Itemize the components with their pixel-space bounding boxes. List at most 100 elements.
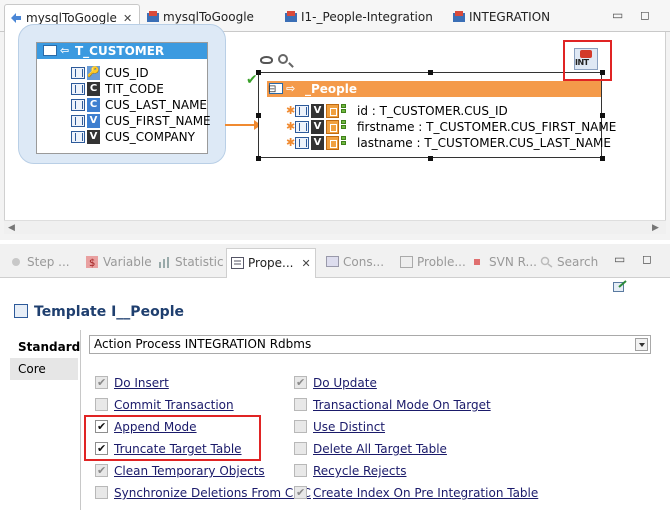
view-tab-label: Statistic: [175, 255, 224, 269]
target-datastore[interactable]: ⇨ _People ✱ V id : T_CUSTOMER.CUS_ID ✱ V…: [256, 70, 616, 161]
staging-icon: [326, 120, 339, 134]
magnifier-icon[interactable]: [278, 54, 288, 64]
source-column-name: TIT_CODE: [105, 82, 164, 96]
view-tab-console[interactable]: Cons...: [326, 252, 384, 272]
table-icon: [43, 45, 57, 56]
pin-icon[interactable]: [613, 280, 627, 292]
type-varchar-icon: V: [87, 114, 100, 128]
view-tab-label: Variable: [103, 255, 152, 269]
checkbox[interactable]: [95, 462, 108, 480]
eye-icon[interactable]: [260, 56, 273, 64]
checkbox[interactable]: [95, 486, 108, 499]
type-varchar-icon: V: [311, 136, 324, 150]
editor-tab-people-integration[interactable]: I1-_People-Integration: [284, 4, 433, 30]
resize-handle[interactable]: [256, 156, 261, 161]
resize-handle[interactable]: [428, 70, 433, 75]
checkbox[interactable]: [294, 420, 307, 433]
process-select-value: Action Process INTEGRATION Rdbms: [94, 337, 312, 351]
collapse-icon[interactable]: ⊟: [268, 84, 276, 95]
target-mapping-expression: id : T_CUSTOMER.CUS_ID: [357, 104, 508, 118]
view-tab-step[interactable]: Step ...: [10, 252, 70, 272]
scroll-right-icon[interactable]: ▶: [652, 221, 659, 235]
source-column-row[interactable]: V CUS_FIRST_NAME: [37, 113, 211, 129]
target-datastore-header[interactable]: ⇨ _People: [267, 81, 601, 97]
scroll-left-icon[interactable]: ◀: [8, 221, 15, 235]
view-tab-search[interactable]: Search: [540, 252, 598, 272]
column-icon: [71, 83, 85, 95]
side-tab-standard[interactable]: Standard: [10, 336, 80, 358]
source-column-row[interactable]: C CUS_LAST_NAME: [37, 97, 207, 113]
view-tab-svn[interactable]: SVN R...: [472, 252, 537, 272]
editor-tab-label: INTEGRATION: [469, 10, 551, 24]
column-icon: [71, 67, 85, 79]
horizontal-scrollbar[interactable]: ◀ ▶: [4, 220, 666, 234]
source-column-name: CUS_COMPANY: [105, 130, 195, 144]
resize-handle[interactable]: [428, 156, 433, 161]
flags-icon: [341, 104, 346, 118]
properties-icon: [231, 251, 244, 269]
source-datastore-title: T_CUSTOMER: [75, 44, 165, 58]
close-icon[interactable]: ✕: [301, 257, 310, 270]
type-varchar-icon: V: [311, 120, 324, 134]
option-label: Commit Transaction: [114, 398, 234, 412]
source-column-row[interactable]: V CUS_COMPANY: [37, 129, 207, 145]
template-icon: [14, 304, 28, 318]
target-datastore-title: _People: [305, 82, 358, 96]
checkbox[interactable]: [294, 464, 307, 477]
highlight-box: [84, 415, 261, 461]
checkbox[interactable]: [294, 484, 307, 502]
properties-title: Template I__People: [14, 304, 184, 320]
view-tab-bar: Step ... $ Variable Statistic Prope... ✕ C…: [0, 244, 670, 278]
source-column-row[interactable]: 🔑 CUS_ID: [37, 65, 207, 81]
staging-icon: [326, 136, 339, 150]
checkbox[interactable]: [294, 442, 307, 455]
staging-icon: [326, 104, 339, 118]
chevron-down-icon[interactable]: [635, 338, 648, 351]
editor-tab-integration[interactable]: INTEGRATION: [452, 4, 550, 30]
checkbox[interactable]: [95, 398, 108, 411]
process-icon: [284, 7, 298, 22]
view-tab-problems[interactable]: Proble...: [400, 252, 466, 272]
column-icon: [71, 131, 85, 143]
mandatory-star-icon: ✱: [286, 104, 296, 117]
target-mapping-row[interactable]: ✱ V lastname : T_CUSTOMER.CUS_LAST_NAME: [259, 135, 611, 151]
checkbox[interactable]: [294, 374, 307, 392]
resize-handle[interactable]: [600, 156, 605, 161]
editor-tab-label: mysqlToGoogle: [163, 10, 254, 24]
minimize-icon[interactable]: ▭: [612, 8, 623, 22]
editor-tab-label: I1-_People-Integration: [301, 10, 433, 24]
highlight-box: [563, 40, 612, 81]
svg-text:$: $: [89, 258, 95, 268]
option-label: Synchronize Deletions From CDC: [114, 486, 311, 500]
target-mapping-row[interactable]: ✱ V firstname : T_CUSTOMER.CUS_FIRST_NAM…: [259, 119, 616, 135]
problems-icon: [400, 254, 413, 268]
step-icon: [10, 254, 23, 266]
process-icon: [452, 7, 466, 22]
target-mapping-list: ✱ V id : T_CUSTOMER.CUS_ID ✱ V firstname…: [259, 103, 616, 151]
checkbox[interactable]: [294, 398, 307, 411]
view-tab-label: SVN R...: [489, 255, 537, 269]
column-icon: [295, 105, 309, 117]
target-mapping-row[interactable]: ✱ V id : T_CUSTOMER.CUS_ID: [259, 103, 603, 119]
option-label: Transactional Mode On Target: [313, 398, 491, 412]
checkbox[interactable]: [95, 374, 108, 392]
view-tab-statistic[interactable]: Statistic: [158, 252, 224, 272]
view-tab-properties[interactable]: Prope... ✕: [226, 248, 316, 278]
column-icon: [71, 99, 85, 111]
resize-handle[interactable]: [256, 70, 261, 75]
source-column-row[interactable]: C TIT_CODE: [37, 81, 207, 97]
process-select[interactable]: Action Process INTEGRATION Rdbms: [89, 335, 651, 354]
type-char-icon: C: [87, 98, 100, 112]
flags-icon: [341, 136, 346, 150]
source-datastore[interactable]: ⇦ T_CUSTOMER 🔑 CUS_ID C TIT_CODE C CUS_L…: [36, 42, 211, 154]
svn-icon: [472, 254, 485, 266]
view-tab-variable[interactable]: $ Variable: [86, 252, 152, 272]
key-icon: 🔑: [87, 66, 100, 80]
search-icon: [540, 254, 553, 268]
maximize-icon[interactable]: ◻: [642, 252, 652, 266]
side-tab-core[interactable]: Core: [10, 358, 78, 380]
source-datastore-header[interactable]: ⇦ T_CUSTOMER: [37, 43, 207, 59]
option-label: Delete All Target Table: [313, 442, 447, 456]
maximize-icon[interactable]: ◻: [640, 8, 650, 22]
minimize-icon[interactable]: ▭: [614, 252, 625, 266]
